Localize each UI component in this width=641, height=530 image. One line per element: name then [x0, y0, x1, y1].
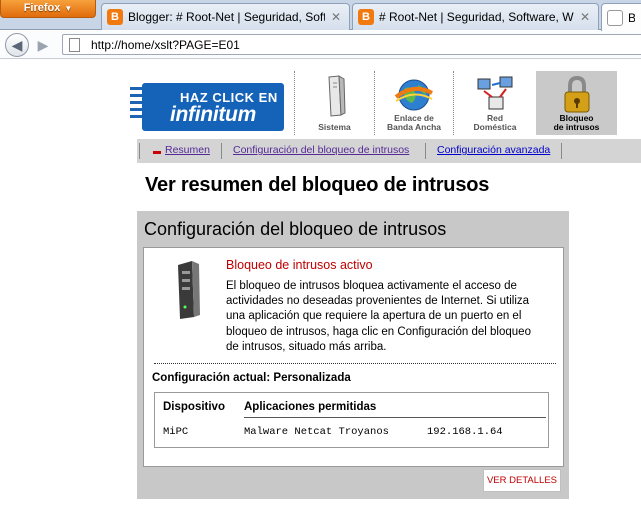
firewall-config-panel: Configuración del bloqueo de intrusos Bl…: [137, 211, 569, 499]
subnav-link-configuracion[interactable]: Configuración del bloqueo de intrusos: [233, 144, 409, 156]
current-config-label: Configuración actual: Personalizada: [152, 372, 351, 384]
back-arrow-icon[interactable]: ◀: [5, 33, 29, 57]
panel-title: Configuración del bloqueo de intrusos: [144, 219, 447, 239]
infinitum-logo[interactable]: HAZ CLICK EN infinitum: [130, 83, 284, 131]
globe-icon: [394, 79, 433, 111]
nav-item-banda-ancha[interactable]: Enlace de Banda Ancha: [374, 71, 453, 135]
tab-blogger[interactable]: B Blogger: # Root-Net | Seguridad, Soft.…: [101, 3, 350, 30]
active-bullet-icon: [153, 151, 161, 154]
modem-device-icon: [178, 261, 200, 319]
logo-line2: infinitum: [170, 103, 256, 126]
blogger-icon: B: [358, 9, 374, 25]
blogger-icon: B: [107, 9, 123, 25]
tab-current[interactable]: Bl: [601, 3, 641, 31]
page-title: Ver resumen del bloqueo de intrusos: [145, 174, 490, 196]
firefox-menu-label: Firefox: [23, 2, 61, 14]
nav-label-sistema: Sistema: [318, 122, 351, 132]
divider: [425, 143, 426, 159]
view-details-button[interactable]: VER DETALLES: [483, 469, 561, 492]
navigation-toolbar: ◀ ▶: [0, 31, 641, 59]
cell-ip: 192.168.1.64: [427, 426, 503, 438]
cell-apps: Malware Netcat Troyanos: [244, 426, 389, 438]
allowed-apps-table: Dispositivo Aplicaciones permitidas MiPC…: [154, 392, 549, 448]
main-nav: Sistema Enlace de Banda Ancha Red Doméstic…: [294, 71, 617, 135]
divider: [139, 143, 140, 159]
column-header-apps: Aplicaciones permitidas: [244, 401, 377, 413]
tab-label: # Root-Net | Seguridad, Software, Wi...: [379, 10, 574, 24]
subnav-link-resumen[interactable]: Resumen: [165, 144, 210, 156]
page-icon: [69, 38, 80, 52]
chevron-down-icon: ▼: [64, 4, 73, 13]
column-header-device: Dispositivo: [163, 401, 225, 413]
nav-label-banda-2: Banda Ancha: [386, 122, 441, 132]
divider: [154, 363, 556, 364]
panel-content: Bloqueo de intrusos activo El bloqueo de…: [143, 247, 564, 467]
sub-navigation: Resumen Configuración del bloqueo de int…: [137, 139, 641, 163]
header-divider: [244, 417, 546, 418]
nav-item-sistema[interactable]: Sistema: [294, 71, 374, 135]
page-icon: [607, 9, 623, 26]
tab-label: Bl: [628, 11, 635, 25]
tab-root-net[interactable]: B # Root-Net | Seguridad, Software, Wi..…: [352, 3, 599, 30]
status-description: El bloqueo de intrusos bloquea activamen…: [226, 280, 531, 353]
address-bar[interactable]: [62, 34, 641, 55]
cell-device: MiPC: [163, 426, 189, 438]
tower-icon: [327, 75, 346, 117]
nav-label-bloqueo-2: de intrusos: [553, 122, 600, 132]
network-icon: [477, 76, 513, 110]
subnav-link-avanzada[interactable]: Configuración avanzada: [437, 144, 550, 156]
nav-item-red-domestica[interactable]: Red Doméstica: [453, 71, 536, 135]
divider: [221, 143, 222, 159]
tab-strip: Firefox ▼ B Blogger: # Root-Net | Segurid…: [0, 0, 641, 31]
tab-label: Blogger: # Root-Net | Seguridad, Soft...: [128, 10, 325, 24]
firefox-menu-button[interactable]: Firefox ▼: [0, 0, 96, 18]
close-icon[interactable]: ✕: [329, 10, 343, 24]
forward-arrow-icon[interactable]: ▶: [32, 36, 54, 54]
status-title: Bloqueo de intrusos activo: [226, 258, 373, 272]
divider: [561, 143, 562, 159]
padlock-icon: [564, 75, 589, 113]
close-icon[interactable]: ✕: [578, 10, 592, 24]
nav-label-red-2: Doméstica: [473, 122, 517, 132]
url-input[interactable]: [91, 35, 631, 54]
nav-item-bloqueo-intrusos[interactable]: Bloqueo de intrusos: [536, 71, 617, 135]
